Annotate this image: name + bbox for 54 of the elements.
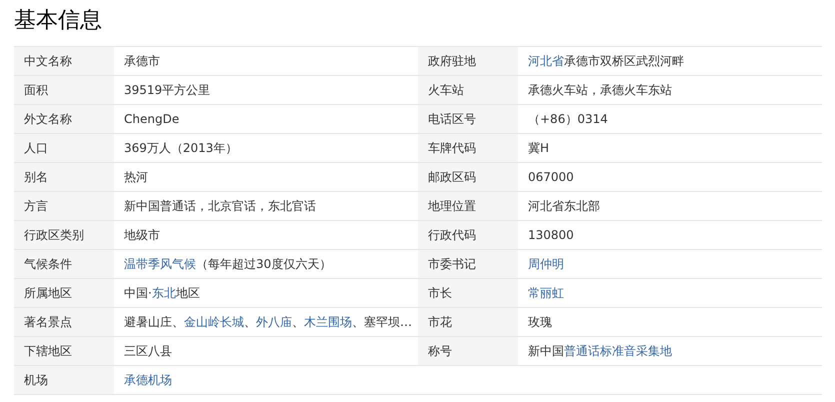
table-cell: 市委书记: [418, 250, 518, 279]
table-cell: 新中国普通话，北京官话，东北官话: [114, 192, 418, 221]
table-cell: （+86）0314: [518, 105, 822, 134]
table-cell: 067000: [518, 163, 822, 192]
table-cell: 冀H: [518, 134, 822, 163]
link[interactable]: 外八庙: [256, 314, 292, 330]
link[interactable]: 常丽虹: [528, 284, 564, 302]
table-cell: 地理位置: [418, 192, 518, 221]
table-cell: 行政区类别: [14, 221, 114, 250]
table-cell: 河北省东北部: [518, 192, 822, 221]
section-title: 基本信息: [14, 7, 103, 35]
link[interactable]: 木兰围场: [304, 314, 352, 330]
table-cell: 新中国普通话标准音采集地: [518, 337, 822, 366]
link[interactable]: 河北省: [528, 52, 564, 70]
table-cell: 三区八县: [114, 337, 418, 366]
table-cell: 下辖地区: [14, 337, 114, 366]
link[interactable]: 承德机场: [124, 372, 172, 388]
table-cell: 市花: [418, 308, 518, 337]
link[interactable]: 东北: [152, 284, 176, 302]
table-cell: 邮政区码: [418, 163, 518, 192]
table-cell: 玫瑰: [518, 308, 822, 337]
table-cell: 温带季风气候（每年超过30度仅六天）: [114, 250, 418, 279]
table-cell: 热河: [114, 163, 418, 192]
link[interactable]: 普通话标准音采集地: [564, 342, 672, 360]
link[interactable]: 金山岭长城: [184, 314, 244, 330]
table-cell: 别名: [14, 163, 114, 192]
table-cell: 避暑山庄、金山岭长城、外八庙、木兰围场、塞罕坝…: [114, 308, 418, 337]
table-cell: 369万人（2013年）: [114, 134, 418, 163]
table-cell: 气候条件: [14, 250, 114, 279]
table-cell: 所属地区: [14, 279, 114, 308]
table-cell: 130800: [518, 221, 822, 250]
link[interactable]: 温带季风气候: [124, 256, 196, 272]
table-cell: ChengDe: [114, 105, 418, 134]
table-cell: 承德市: [114, 47, 418, 76]
table-cell: 机场: [14, 366, 114, 395]
table-cell: 行政代码: [418, 221, 518, 250]
table-cell: 中国·东北地区: [114, 279, 418, 308]
table-cell: 著名景点: [14, 308, 114, 337]
table-cell: 人口: [14, 134, 114, 163]
table-cell: 称号: [418, 337, 518, 366]
table-cell: 地级市: [114, 221, 418, 250]
table-cell: 方言: [14, 192, 114, 221]
table-cell: 承德火车站，承德火车东站: [518, 76, 822, 105]
table-cell: 中文名称: [14, 47, 114, 76]
table-cell: 面积: [14, 76, 114, 105]
link[interactable]: 周仲明: [528, 256, 564, 272]
table-cell: 市长: [418, 279, 518, 308]
table-cell: 车牌代码: [418, 134, 518, 163]
table-cell: 火车站: [418, 76, 518, 105]
table-cell: 39519平方公里: [114, 76, 418, 105]
table-cell: 外文名称: [14, 105, 114, 134]
table-cell: 河北省承德市双桥区武烈河畔: [518, 47, 822, 76]
table-cell: 政府驻地: [418, 47, 518, 76]
table-cell: 电话区号: [418, 105, 518, 134]
